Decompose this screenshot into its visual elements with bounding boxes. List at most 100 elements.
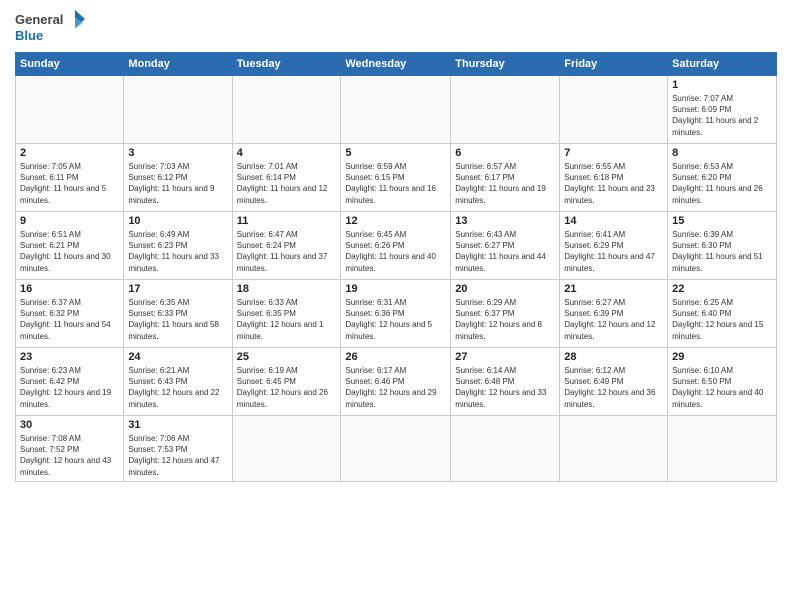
calendar-cell [124, 76, 232, 144]
day-info: Sunrise: 7:03 AM Sunset: 6:12 PM Dayligh… [128, 161, 227, 206]
day-number: 26 [345, 351, 446, 363]
day-header-tuesday: Tuesday [232, 53, 341, 76]
calendar-cell: 17 Sunrise: 6:35 AM Sunset: 6:33 PM Dayli… [124, 280, 232, 348]
day-number: 23 [20, 351, 119, 363]
calendar-cell: 5 Sunrise: 6:59 AM Sunset: 6:15 PM Daylig… [341, 144, 451, 212]
day-number: 2 [20, 147, 119, 159]
calendar-cell [668, 416, 777, 482]
day-info: Sunrise: 6:47 AM Sunset: 6:24 PM Dayligh… [237, 229, 337, 274]
day-info: Sunrise: 7:06 AM Sunset: 7:53 PM Dayligh… [128, 433, 227, 478]
day-number: 9 [20, 215, 119, 227]
day-number: 13 [455, 215, 555, 227]
day-header-wednesday: Wednesday [341, 53, 451, 76]
calendar-cell: 18Sunrise: 6:33 AM Sunset: 6:35 PM Dayli… [232, 280, 341, 348]
calendar-cell: 27Sunrise: 6:14 AM Sunset: 6:48 PM Dayli… [451, 348, 560, 416]
week-row-3: 9Sunrise: 6:51 AM Sunset: 6:21 PM Daylig… [16, 212, 777, 280]
day-number: 18 [237, 283, 337, 295]
day-number: 3 [128, 147, 227, 159]
day-info: Sunrise: 6:37 AM Sunset: 6:32 PM Dayligh… [20, 297, 119, 342]
day-number: 25 [237, 351, 337, 363]
day-number: 22 [672, 283, 772, 295]
calendar-cell: 13 Sunrise: 6:43 AM Sunset: 6:27 PM Dayli… [451, 212, 560, 280]
day-number: 5 [345, 147, 446, 159]
calendar-cell: 24 Sunrise: 6:21 AM Sunset: 6:43 PM Dayli… [124, 348, 232, 416]
day-number: 29 [672, 351, 772, 363]
day-number: 11 [237, 215, 337, 227]
week-row-5: 23 Sunrise: 6:23 AM Sunset: 6:42 PM Dayli… [16, 348, 777, 416]
day-number: 27 [455, 351, 555, 363]
day-info: Sunrise: 6:12 AM Sunset: 6:49 PM Dayligh… [564, 365, 663, 410]
calendar-cell: 21Sunrise: 6:27 AM Sunset: 6:39 PM Dayli… [560, 280, 668, 348]
day-info: Sunrise: 6:59 AM Sunset: 6:15 PM Dayligh… [345, 161, 446, 206]
calendar-cell: 16 Sunrise: 6:37 AM Sunset: 6:32 PM Dayli… [16, 280, 124, 348]
day-info: Sunrise: 6:55 AM Sunset: 6:18 PM Dayligh… [564, 161, 663, 206]
calendar-cell: 7 Sunrise: 6:55 AM Sunset: 6:18 PM Daylig… [560, 144, 668, 212]
day-number: 19 [345, 283, 446, 295]
calendar-cell [16, 76, 124, 144]
day-header-saturday: Saturday [668, 53, 777, 76]
calendar-cell: 30 Sunrise: 7:08 AM Sunset: 7:52 PM Dayli… [16, 416, 124, 482]
day-number: 28 [564, 351, 663, 363]
calendar-cell: 1Sunrise: 7:07 AM Sunset: 6:09 PM Daylig… [668, 76, 777, 144]
calendar-cell: 26Sunrise: 6:17 AM Sunset: 6:46 PM Dayli… [341, 348, 451, 416]
day-info: Sunrise: 6:41 AM Sunset: 6:29 PM Dayligh… [564, 229, 663, 274]
calendar-cell [451, 76, 560, 144]
day-info: Sunrise: 6:23 AM Sunset: 6:42 PM Dayligh… [20, 365, 119, 410]
day-number: 14 [564, 215, 663, 227]
week-row-1: 1Sunrise: 7:07 AM Sunset: 6:09 PM Daylig… [16, 76, 777, 144]
day-info: Sunrise: 7:07 AM Sunset: 6:09 PM Dayligh… [672, 93, 772, 138]
calendar-cell: 10Sunrise: 6:49 AM Sunset: 6:23 PM Dayli… [124, 212, 232, 280]
calendar-cell: 19 Sunrise: 6:31 AM Sunset: 6:36 PM Dayli… [341, 280, 451, 348]
day-info: Sunrise: 6:45 AM Sunset: 6:26 PM Dayligh… [345, 229, 446, 274]
day-number: 16 [20, 283, 119, 295]
day-number: 7 [564, 147, 663, 159]
calendar-cell: 11 Sunrise: 6:47 AM Sunset: 6:24 PM Dayli… [232, 212, 341, 280]
day-number: 12 [345, 215, 446, 227]
calendar-cell [560, 416, 668, 482]
calendar-cell: 31 Sunrise: 7:06 AM Sunset: 7:53 PM Dayli… [124, 416, 232, 482]
day-header-sunday: Sunday [16, 53, 124, 76]
day-info: Sunrise: 6:25 AM Sunset: 6:40 PM Dayligh… [672, 297, 772, 342]
day-number: 30 [20, 419, 119, 431]
calendar-cell [341, 76, 451, 144]
day-info: Sunrise: 6:39 AM Sunset: 6:30 PM Dayligh… [672, 229, 772, 274]
calendar-cell: 28 Sunrise: 6:12 AM Sunset: 6:49 PM Dayli… [560, 348, 668, 416]
day-number: 4 [237, 147, 337, 159]
calendar-cell: 25Sunrise: 6:19 AM Sunset: 6:45 PM Dayli… [232, 348, 341, 416]
calendar-cell: 12 Sunrise: 6:45 AM Sunset: 6:26 PM Dayli… [341, 212, 451, 280]
calendar-cell: 29 Sunrise: 6:10 AM Sunset: 6:50 PM Dayli… [668, 348, 777, 416]
calendar-cell: 8Sunrise: 6:53 AM Sunset: 6:20 PM Daylig… [668, 144, 777, 212]
day-info: Sunrise: 6:27 AM Sunset: 6:39 PM Dayligh… [564, 297, 663, 342]
day-header-monday: Monday [124, 53, 232, 76]
day-info: Sunrise: 6:10 AM Sunset: 6:50 PM Dayligh… [672, 365, 772, 410]
day-info: Sunrise: 6:53 AM Sunset: 6:20 PM Dayligh… [672, 161, 772, 206]
calendar-cell: 9Sunrise: 6:51 AM Sunset: 6:21 PM Daylig… [16, 212, 124, 280]
day-info: Sunrise: 7:01 AM Sunset: 6:14 PM Dayligh… [237, 161, 337, 206]
day-info: Sunrise: 7:05 AM Sunset: 6:11 PM Dayligh… [20, 161, 119, 206]
calendar-table: SundayMondayTuesdayWednesdayThursdayFrid… [15, 52, 777, 482]
day-info: Sunrise: 6:31 AM Sunset: 6:36 PM Dayligh… [345, 297, 446, 342]
day-info: Sunrise: 6:35 AM Sunset: 6:33 PM Dayligh… [128, 297, 227, 342]
calendar-cell: 15Sunrise: 6:39 AM Sunset: 6:30 PM Dayli… [668, 212, 777, 280]
day-info: Sunrise: 6:49 AM Sunset: 6:23 PM Dayligh… [128, 229, 227, 274]
day-number: 24 [128, 351, 227, 363]
day-header-friday: Friday [560, 53, 668, 76]
calendar-cell [232, 76, 341, 144]
day-number: 31 [128, 419, 227, 431]
day-number: 6 [455, 147, 555, 159]
day-info: Sunrise: 6:43 AM Sunset: 6:27 PM Dayligh… [455, 229, 555, 274]
calendar-cell [451, 416, 560, 482]
day-info: Sunrise: 7:08 AM Sunset: 7:52 PM Dayligh… [20, 433, 119, 478]
day-info: Sunrise: 6:29 AM Sunset: 6:37 PM Dayligh… [455, 297, 555, 342]
day-header-thursday: Thursday [451, 53, 560, 76]
logo-svg: General Blue [15, 10, 85, 46]
header: General Blue [15, 10, 777, 46]
svg-text:Blue: Blue [15, 28, 43, 43]
week-row-2: 2 Sunrise: 7:05 AM Sunset: 6:11 PM Daylig… [16, 144, 777, 212]
day-number: 20 [455, 283, 555, 295]
svg-text:General: General [15, 12, 63, 27]
calendar-cell: 3 Sunrise: 7:03 AM Sunset: 6:12 PM Daylig… [124, 144, 232, 212]
day-info: Sunrise: 6:21 AM Sunset: 6:43 PM Dayligh… [128, 365, 227, 410]
calendar-cell: 22 Sunrise: 6:25 AM Sunset: 6:40 PM Dayli… [668, 280, 777, 348]
day-number: 17 [128, 283, 227, 295]
